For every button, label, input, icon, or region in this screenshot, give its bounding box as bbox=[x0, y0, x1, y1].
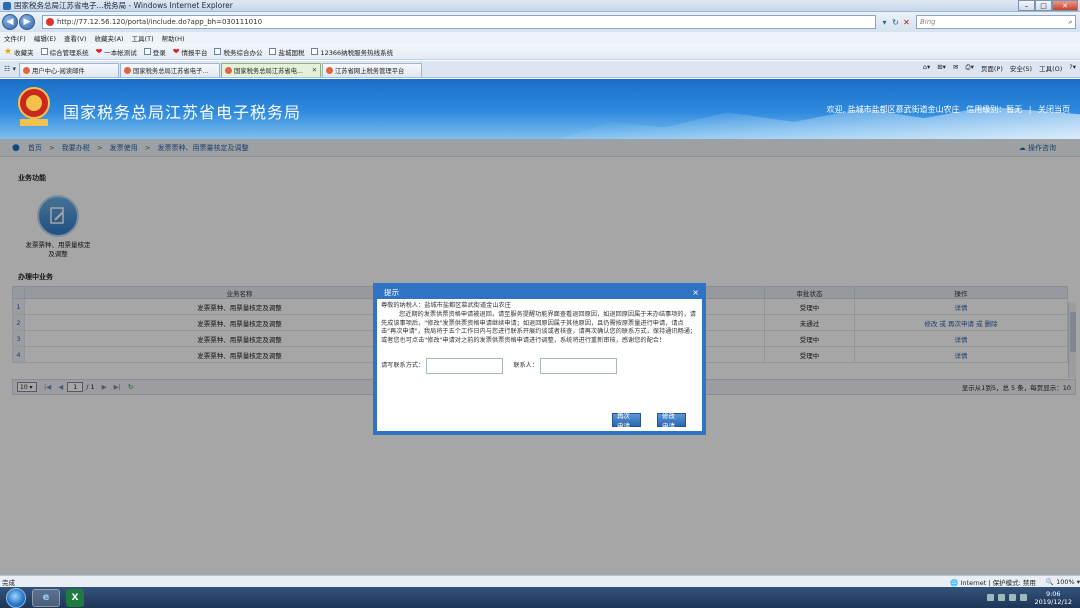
tools-menu[interactable]: 工具(O) bbox=[1039, 63, 1062, 73]
dialog-title: 提示 bbox=[384, 288, 399, 297]
globe-icon: 🌐 Internet | 保护模式: 禁用 bbox=[950, 578, 1036, 587]
menu-file[interactable]: 文件(F) bbox=[4, 33, 26, 43]
network-icon[interactable] bbox=[1008, 594, 1016, 601]
tab-etax-1[interactable]: 国家税务总局江苏省电子... bbox=[120, 63, 221, 77]
minimize-button[interactable]: – bbox=[1018, 0, 1035, 11]
page-icon bbox=[311, 48, 319, 55]
page-icon bbox=[40, 48, 48, 55]
fav-link-3[interactable]: 登录 bbox=[143, 47, 166, 57]
site-banner: 国家税务总局江苏省电子税务局 欢迎, 盐城市盐都区慕武街道金山农庄 信用级别：暂… bbox=[0, 79, 1080, 139]
help-icon[interactable]: ?▾ bbox=[1069, 63, 1076, 73]
tray-icon[interactable] bbox=[986, 594, 994, 601]
phone-input[interactable] bbox=[426, 357, 504, 374]
heart-icon: ❤ bbox=[95, 47, 103, 56]
window-title: 国家税务总局江苏省电子...税务局 - Windows Internet Exp… bbox=[14, 1, 233, 10]
dialog-header: 提示 × bbox=[376, 286, 703, 299]
menu-edit[interactable]: 编辑(E) bbox=[34, 33, 56, 43]
refresh-icon[interactable]: ↻ bbox=[890, 15, 901, 29]
home-icon[interactable]: ⌂▾ bbox=[923, 63, 930, 73]
modify-button[interactable]: 修改申请 bbox=[657, 412, 686, 430]
forward-button[interactable]: ▶ bbox=[19, 14, 35, 30]
dropdown-icon[interactable]: ▾ bbox=[879, 15, 890, 29]
site-title: 国家税务总局江苏省电子税务局 bbox=[63, 103, 302, 122]
tab-favicon bbox=[124, 67, 132, 74]
page-menu[interactable]: 页面(P) bbox=[981, 63, 1003, 73]
tab-favicon bbox=[23, 67, 31, 74]
phone-label: 请写联系方式： bbox=[381, 361, 425, 369]
close-page-link[interactable]: 关闭当页 bbox=[1038, 105, 1070, 114]
zoom-control[interactable]: 🔍 100% ▾ bbox=[1046, 578, 1080, 586]
heart-icon: ❤ bbox=[172, 47, 180, 56]
taskbar: e X 9:06 2019/12/12 bbox=[0, 587, 1080, 608]
address-input[interactable]: http://77.12.56.120/portal/include.do?ap… bbox=[42, 15, 876, 29]
favorites-button[interactable]: ★ 收藏夹 bbox=[4, 47, 34, 57]
search-input[interactable]: Bing ⌕ bbox=[916, 15, 1076, 29]
tab-mail[interactable]: 用户中心-阅读邮件 bbox=[19, 63, 120, 77]
close-window-button[interactable]: ✕ bbox=[1052, 0, 1078, 11]
menu-tools[interactable]: 工具(T) bbox=[132, 33, 154, 43]
back-button[interactable]: ◀ bbox=[2, 14, 18, 30]
safety-menu[interactable]: 安全(S) bbox=[1010, 63, 1032, 73]
status-bar: 完成 🌐 Internet | 保护模式: 禁用 🔍 100% ▾ bbox=[0, 575, 1080, 587]
dialog-message: 您近期的发票供票资格申请被退回，请至服务提醒功能界面查看退回原因，如退回原因属于… bbox=[381, 310, 697, 345]
address-text: http://77.12.56.120/portal/include.do?ap… bbox=[57, 18, 263, 26]
feeds-icon[interactable]: ⊞▾ bbox=[937, 63, 946, 73]
fav-link-6[interactable]: 盐城国税 bbox=[269, 47, 304, 57]
ie-icon bbox=[3, 1, 11, 10]
contact-input[interactable] bbox=[540, 357, 618, 374]
credit-level: 信用级别：暂无 bbox=[966, 105, 1023, 114]
tab-tax-platform[interactable]: 江苏省网上税务管理平台 bbox=[322, 63, 423, 77]
print-icon[interactable]: ⎙▾ bbox=[965, 63, 973, 73]
menu-favorites[interactable]: 收藏夹(A) bbox=[95, 33, 124, 43]
address-toolbar: ◀ ▶ http://77.12.56.120/portal/include.d… bbox=[0, 12, 1080, 32]
tax-emblem-icon bbox=[18, 87, 50, 126]
user-info: 欢迎, 盐城市盐都区慕武街道金山农庄 信用级别：暂无 | 关闭当页 bbox=[826, 105, 1070, 114]
tab-favicon bbox=[326, 67, 334, 74]
command-bar: ⌂▾ ⊞▾ ✉ ⎙▾ 页面(P) 安全(S) 工具(O) ?▾ bbox=[916, 63, 1076, 73]
quick-tabs-icon[interactable]: ☷ ▾ bbox=[4, 65, 16, 73]
search-icon[interactable]: ⌕ bbox=[1068, 18, 1072, 27]
maximize-button[interactable]: □ bbox=[1035, 0, 1052, 11]
system-tray: 9:06 2019/12/12 bbox=[983, 590, 1072, 606]
start-button[interactable] bbox=[6, 587, 26, 608]
dialog-body: 尊敬的纳税人：盐城市盐都区慕武街道金山农庄 您近期的发票供票资格申请被退回，请至… bbox=[377, 299, 702, 377]
contact-label: 联系人： bbox=[513, 361, 539, 369]
close-tab-icon[interactable]: ✕ bbox=[312, 67, 317, 74]
site-favicon bbox=[46, 18, 54, 26]
fav-link-5[interactable]: 税务综合办公 bbox=[214, 47, 262, 57]
clock[interactable]: 9:06 2019/12/12 bbox=[1035, 590, 1072, 606]
favorites-bar: ★ 收藏夹 综合管理系统 ❤ 一本帐测试 登录 ❤ 情报平台 税务综合办公 盐城国税 … bbox=[0, 44, 1080, 60]
stop-icon[interactable]: ✕ bbox=[901, 15, 912, 29]
welcome-text: 欢迎, 盐城市盐都区慕武街道金山农庄 bbox=[826, 105, 960, 114]
page-icon bbox=[143, 48, 151, 55]
star-icon: ★ bbox=[4, 46, 13, 57]
page-icon bbox=[214, 48, 222, 55]
dialog-greeting: 尊敬的纳税人：盐城市盐都区慕武街道金山农庄 bbox=[381, 302, 511, 309]
mail-icon[interactable]: ✉ bbox=[953, 63, 958, 73]
notice-dialog: 提示 × 尊敬的纳税人：盐城市盐都区慕武街道金山农庄 您近期的发票供票资格申请被… bbox=[373, 283, 706, 435]
fav-link-7[interactable]: 12366纳税服务热线系统 bbox=[311, 47, 393, 57]
excel-taskbar-icon[interactable]: X bbox=[66, 588, 84, 607]
reapply-button[interactable]: 再次申请 bbox=[612, 412, 641, 430]
tab-favicon bbox=[225, 67, 233, 74]
fav-link-1[interactable]: 综合管理系统 bbox=[40, 47, 89, 57]
volume-icon[interactable] bbox=[1019, 594, 1027, 601]
search-placeholder: Bing bbox=[920, 18, 936, 26]
menu-help[interactable]: 帮助(H) bbox=[162, 33, 185, 43]
browser-window: 国家税务总局江苏省电子...税务局 - Windows Internet Exp… bbox=[0, 0, 1080, 608]
title-bar: 国家税务总局江苏省电子...税务局 - Windows Internet Exp… bbox=[0, 0, 1080, 12]
page-icon bbox=[269, 48, 277, 55]
fav-link-4[interactable]: ❤ 情报平台 bbox=[173, 47, 208, 57]
fav-link-2[interactable]: ❤ 一本帐测试 bbox=[96, 47, 137, 57]
status-text: 完成 bbox=[2, 578, 15, 587]
tab-etax-active[interactable]: 国家税务总局江苏省电... ✕ bbox=[221, 63, 322, 77]
ie-taskbar-icon[interactable]: e bbox=[32, 588, 60, 607]
close-dialog-icon[interactable]: × bbox=[692, 288, 699, 297]
menu-view[interactable]: 查看(V) bbox=[64, 33, 87, 43]
tray-icon[interactable] bbox=[997, 594, 1005, 601]
menu-bar: 文件(F) 编辑(E) 查看(V) 收藏夹(A) 工具(T) 帮助(H) bbox=[0, 32, 1080, 44]
